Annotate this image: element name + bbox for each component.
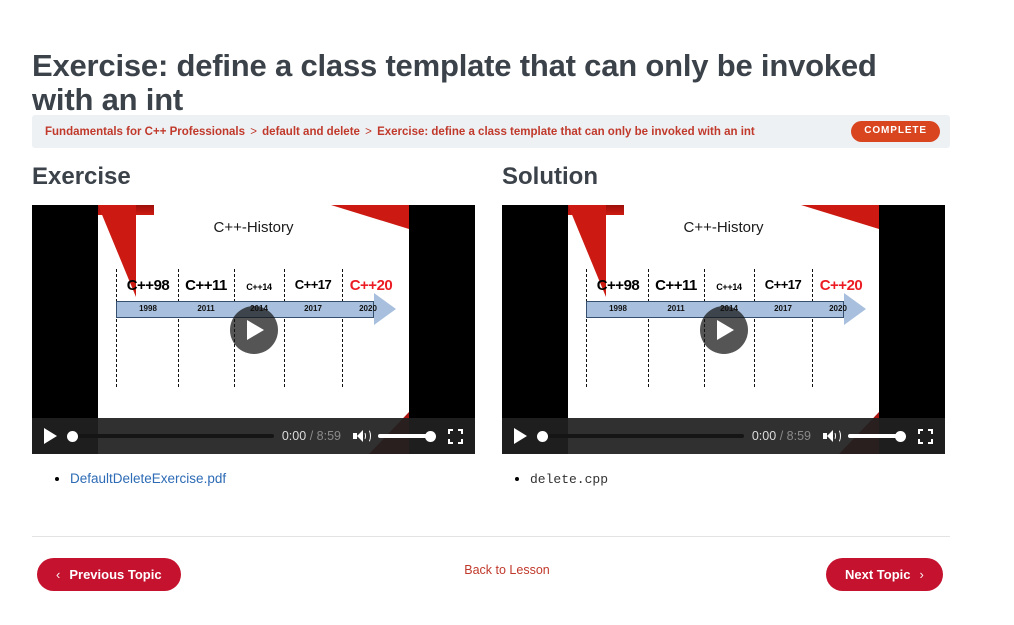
fullscreen-icon[interactable] (918, 428, 933, 444)
breadcrumb-item-lesson[interactable]: default and delete (262, 126, 360, 138)
breadcrumb-separator: > (365, 125, 372, 138)
volume-track (848, 434, 900, 438)
timeline-era-label: C++11 (655, 277, 697, 294)
play-icon[interactable] (699, 305, 748, 354)
current-time: 0:00 (281, 429, 307, 443)
volume-high-icon[interactable] (823, 429, 841, 443)
duration: 8:59 (786, 429, 811, 443)
attachment-link[interactable]: DefaultDeleteExercise.pdf (70, 471, 226, 486)
timeline-year: 1998 (609, 304, 627, 313)
timeline-era-label: C++20 (349, 277, 393, 294)
breadcrumb-separator: > (250, 125, 257, 138)
seek-bar[interactable] (537, 428, 744, 444)
solution-heading: Solution (502, 163, 598, 190)
footer-divider (32, 536, 950, 537)
timeline-year: 2020 (359, 304, 377, 313)
play-icon[interactable] (44, 428, 57, 444)
exercise-column: Exercise C++-History C++98 C++11 C++14 C… (32, 163, 475, 491)
timeline-era-label: C++14 (246, 282, 272, 292)
solution-video-player[interactable]: C++-History C++98 C++11 C++14 C++17 C++2… (502, 205, 945, 454)
timeline-year: 2011 (197, 304, 215, 313)
page-title: Exercise: define a class template that c… (32, 47, 877, 117)
exercise-heading: Exercise (32, 163, 131, 190)
video-controls: 0:00 / 8:59 (32, 418, 475, 454)
time-separator: / (309, 429, 314, 443)
timeline-year: 2020 (829, 304, 847, 313)
volume-slider[interactable] (848, 429, 906, 443)
timeline-year: 1998 (139, 304, 157, 313)
timeline-era-label: C++17 (294, 277, 332, 292)
exercise-video-player[interactable]: C++-History C++98 C++11 C++14 C++17 C++2… (32, 205, 475, 454)
volume-high-icon[interactable] (353, 429, 371, 443)
lesson-page: Exercise: define a class template that c… (0, 0, 1014, 625)
list-item: DefaultDeleteExercise.pdf (70, 470, 475, 488)
timeline-era-label: C++98 (126, 277, 170, 294)
timeline-era-label: C++14 (716, 282, 742, 292)
timeline-year: 2011 (667, 304, 685, 313)
exercise-file-list: DefaultDeleteExercise.pdf (32, 470, 475, 488)
seek-track (542, 434, 744, 438)
timeline-year: 2017 (774, 304, 792, 313)
time-display: 0:00 / 8:59 (752, 429, 811, 443)
time-display: 0:00 / 8:59 (282, 429, 341, 443)
volume-handle[interactable] (895, 430, 906, 442)
solution-file-list: delete.cpp (502, 470, 945, 488)
time-separator: / (779, 429, 784, 443)
breadcrumb: Fundamentals for C++ Professionals > def… (45, 126, 851, 138)
seek-track (72, 434, 274, 438)
volume-track (378, 434, 430, 438)
volume-slider[interactable] (378, 429, 436, 443)
slide-title: C++-History (683, 219, 764, 236)
solution-column: Solution C++-History C++98 C++11 C++14 C… (502, 163, 945, 491)
fullscreen-icon[interactable] (448, 428, 463, 444)
next-topic-label: Next Topic (845, 567, 911, 582)
duration: 8:59 (316, 429, 341, 443)
timeline-era-label: C++17 (764, 277, 802, 292)
timeline-year: 2017 (304, 304, 322, 313)
breadcrumb-item-course[interactable]: Fundamentals for C++ Professionals (45, 126, 245, 138)
current-time: 0:00 (751, 429, 777, 443)
timeline-era-label: C++11 (185, 277, 227, 294)
next-topic-button[interactable]: Next Topic › (826, 558, 943, 591)
attachment-name: delete.cpp (530, 472, 609, 487)
seek-bar[interactable] (67, 428, 274, 444)
chevron-right-icon: › (919, 567, 924, 582)
breadcrumb-bar: Fundamentals for C++ Professionals > def… (32, 115, 950, 148)
seek-handle[interactable] (67, 430, 78, 442)
timeline-era-label: C++20 (819, 277, 863, 294)
seek-handle[interactable] (537, 430, 548, 442)
video-controls: 0:00 / 8:59 (502, 418, 945, 454)
slide-title: C++-History (213, 219, 294, 236)
breadcrumb-item-current[interactable]: Exercise: define a class template that c… (377, 126, 755, 138)
list-item: delete.cpp (530, 470, 945, 488)
play-icon[interactable] (229, 305, 278, 354)
timeline-era-label: C++98 (596, 277, 640, 294)
play-icon[interactable] (514, 428, 527, 444)
volume-handle[interactable] (425, 430, 436, 442)
status-badge: COMPLETE (851, 121, 940, 142)
